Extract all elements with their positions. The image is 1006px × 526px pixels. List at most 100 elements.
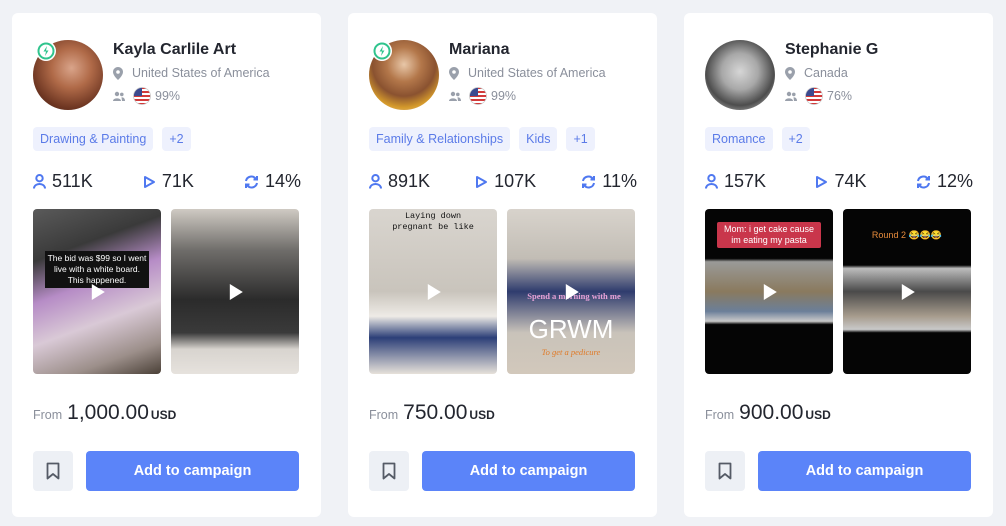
- video-thumbnail[interactable]: The bid was $99 so I went live with a wh…: [33, 209, 161, 374]
- views-value: 71K: [161, 171, 194, 191]
- category-tag[interactable]: Drawing & Painting: [33, 127, 154, 151]
- us-flag-icon: [133, 87, 151, 105]
- video-overlay-subtitle: To get a pedicure: [541, 347, 601, 357]
- followers-icon: [705, 174, 718, 189]
- video-thumbnail[interactable]: Laying down pregnant be like: [369, 209, 497, 374]
- video-caption: The bid was $99 so I went live with a wh…: [45, 251, 149, 288]
- add-to-campaign-button[interactable]: Add to campaign: [86, 451, 299, 491]
- video-overlay-title: GRWM: [528, 314, 614, 344]
- bookmark-button[interactable]: [705, 451, 745, 491]
- category-tag[interactable]: Kids: [519, 127, 558, 151]
- bookmark-icon: [718, 462, 732, 480]
- stats-row: 157K 74K 12%: [705, 171, 973, 192]
- category-tags: Drawing & Painting +2: [33, 127, 191, 151]
- engagement-stat: 12%: [916, 171, 973, 192]
- views-stat: 74K: [815, 171, 867, 192]
- video-caption: Mom: i get cake cause im eating my pasta: [717, 222, 821, 248]
- followers-value: 511K: [52, 171, 93, 191]
- category-tag[interactable]: Family & Relationships: [369, 127, 511, 151]
- location: United States of America: [113, 66, 270, 80]
- followers-stat: 511K: [33, 171, 93, 192]
- add-to-campaign-button[interactable]: Add to campaign: [758, 451, 971, 491]
- video-caption: Laying down pregnant be like: [392, 211, 474, 232]
- category-tags: Romance +2: [705, 127, 810, 151]
- followers-icon: [33, 174, 46, 189]
- followers-stat: 891K: [369, 171, 430, 192]
- bookmark-icon: [46, 462, 60, 480]
- play-icon: [229, 283, 243, 300]
- more-tags[interactable]: +2: [162, 127, 191, 151]
- audience-icon: [449, 91, 461, 101]
- location-pin-icon: [449, 66, 459, 80]
- views-value: 107K: [494, 171, 537, 191]
- avatar[interactable]: [705, 40, 775, 110]
- views-value: 74K: [834, 171, 867, 191]
- play-icon: [91, 283, 105, 300]
- audience-icon: [785, 91, 797, 101]
- play-icon: [427, 283, 441, 300]
- video-previews: Laying down pregnant be like Spend a mor…: [369, 209, 635, 374]
- us-flag-icon: [469, 87, 487, 105]
- bookmark-icon: [382, 462, 396, 480]
- engagement-refresh-icon: [582, 175, 596, 188]
- bookmark-button[interactable]: [33, 451, 73, 491]
- audience-percent: 99%: [155, 89, 181, 103]
- engagement-value: 14%: [264, 171, 301, 191]
- creator-card: Stephanie G Canada 76% Romance +2 157K 7…: [684, 13, 993, 517]
- stats-row: 511K 71K 14%: [33, 171, 301, 192]
- price-currency: USD: [805, 408, 831, 422]
- video-previews: Mom: i get cake cause im eating my pasta…: [705, 209, 971, 374]
- location: United States of America: [449, 66, 606, 80]
- play-views-icon: [816, 175, 828, 188]
- price-amount: 750.00: [403, 401, 468, 424]
- audience-country: 76%: [785, 87, 852, 105]
- followers-icon: [369, 174, 382, 189]
- creator-name[interactable]: Stephanie G: [785, 41, 878, 59]
- creator-card: Mariana United States of America 99% Fam…: [348, 13, 657, 517]
- audience-percent: 99%: [491, 89, 517, 103]
- audience-country: 99%: [449, 87, 516, 105]
- play-icon: [901, 283, 915, 300]
- verified-badge-icon: [36, 41, 56, 61]
- price-amount: 1,000.00: [67, 401, 149, 424]
- audience-country: 99%: [113, 87, 180, 105]
- views-stat: 71K: [143, 171, 194, 192]
- video-previews: The bid was $99 so I went live with a wh…: [33, 209, 299, 374]
- video-thumbnail[interactable]: Mom: i get cake cause im eating my pasta: [705, 209, 833, 374]
- audience-icon: [113, 91, 125, 101]
- video-thumbnail[interactable]: Round 2 😂😂😂: [843, 209, 971, 374]
- creator-name[interactable]: Mariana: [449, 41, 509, 59]
- price: From 750.00 USD: [369, 401, 495, 425]
- engagement-refresh-icon: [244, 175, 258, 188]
- followers-value: 157K: [724, 171, 767, 191]
- followers-stat: 157K: [705, 171, 766, 192]
- price-currency: USD: [469, 408, 495, 422]
- more-tags[interactable]: +1: [566, 127, 595, 151]
- location-text: United States of America: [468, 66, 606, 80]
- creator-name[interactable]: Kayla Carlile Art: [113, 41, 236, 59]
- category-tag[interactable]: Romance: [705, 127, 773, 151]
- engagement-refresh-icon: [916, 175, 930, 188]
- play-views-icon: [143, 175, 155, 188]
- price-currency: USD: [150, 408, 177, 422]
- stats-row: 891K 107K 11%: [369, 171, 637, 192]
- us-flag-icon: [805, 87, 823, 105]
- play-views-icon: [476, 175, 488, 188]
- engagement-value: 11%: [602, 171, 637, 191]
- engagement-value: 12%: [936, 171, 973, 191]
- price-from-label: From: [369, 408, 399, 422]
- verified-badge-icon: [372, 41, 392, 61]
- audience-percent: 76%: [827, 89, 853, 103]
- price-from-label: From: [705, 408, 735, 422]
- video-thumbnail[interactable]: [171, 209, 299, 374]
- category-tags: Family & Relationships Kids +1: [369, 127, 595, 151]
- add-to-campaign-button[interactable]: Add to campaign: [422, 451, 635, 491]
- views-stat: 107K: [475, 171, 536, 192]
- location: Canada: [785, 66, 848, 80]
- more-tags[interactable]: +2: [781, 127, 810, 151]
- play-icon: [565, 283, 579, 300]
- bookmark-button[interactable]: [369, 451, 409, 491]
- creator-card: Kayla Carlile Art United States of Ameri…: [12, 13, 321, 517]
- location-text: Canada: [804, 66, 848, 80]
- video-thumbnail[interactable]: Spend a morning with me GRWM To get a pe…: [507, 209, 635, 374]
